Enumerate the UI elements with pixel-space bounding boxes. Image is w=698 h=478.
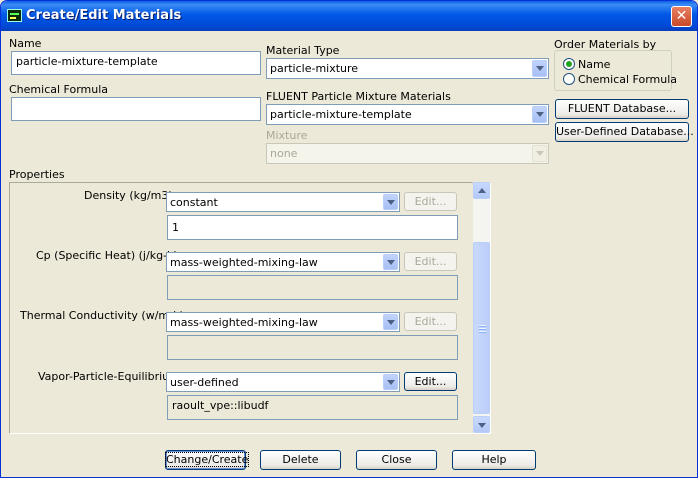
grip-line bbox=[479, 325, 486, 326]
chevron-down-icon bbox=[532, 145, 547, 162]
thermal-conductivity-edit-button: Edit... bbox=[404, 312, 457, 331]
scroll-up-icon[interactable] bbox=[473, 182, 490, 199]
vpe-edit-button[interactable]: Edit... bbox=[404, 372, 457, 391]
properties-scrollbar[interactable] bbox=[473, 182, 490, 433]
density-edit-button: Edit... bbox=[404, 192, 457, 211]
vpe-value-field: raoult_vpe::libudf bbox=[167, 395, 458, 420]
order-formula-label[interactable]: Chemical Formula bbox=[578, 73, 677, 86]
mixture-select: none bbox=[266, 143, 549, 164]
chevron-down-icon[interactable] bbox=[383, 254, 398, 270]
grip-line bbox=[479, 328, 486, 329]
scrollbar-thumb[interactable] bbox=[473, 242, 490, 414]
cp-method-value: mass-weighted-mixing-law bbox=[170, 256, 318, 269]
order-formula-radio[interactable] bbox=[563, 73, 575, 85]
fluent-materials-select[interactable]: particle-mixture-template bbox=[266, 104, 549, 125]
fluent-materials-value: particle-mixture-template bbox=[270, 108, 412, 121]
fluent-materials-label: FLUENT Particle Mixture Materials bbox=[266, 90, 451, 103]
thermal-conductivity-method-value: mass-weighted-mixing-law bbox=[170, 316, 318, 329]
density-value-input[interactable]: 1 bbox=[167, 215, 458, 240]
order-name-radio[interactable] bbox=[563, 58, 575, 70]
materials-dialog: Create/Edit Materials ✕ Name particle-mi… bbox=[0, 0, 698, 478]
thermal-conductivity-label: Thermal Conductivity (w/m-k) bbox=[20, 309, 184, 322]
change-create-label: Change/Create bbox=[164, 452, 250, 467]
fluent-database-button[interactable]: FLUENT Database... bbox=[555, 99, 689, 119]
thermal-conductivity-method-select[interactable]: mass-weighted-mixing-law bbox=[166, 312, 400, 332]
name-label: Name bbox=[9, 37, 42, 50]
fluent-app-icon bbox=[7, 9, 22, 22]
grip-line bbox=[479, 331, 486, 332]
name-input[interactable]: particle-mixture-template bbox=[11, 51, 261, 75]
density-label: Density (kg/m3) bbox=[84, 189, 173, 202]
cp-value-field bbox=[167, 275, 458, 300]
close-button[interactable]: Close bbox=[356, 450, 437, 470]
material-type-value: particle-mixture bbox=[270, 62, 359, 75]
material-type-select[interactable]: particle-mixture bbox=[266, 58, 549, 79]
chevron-down-icon[interactable] bbox=[532, 60, 547, 77]
vpe-method-value: user-defined bbox=[170, 376, 239, 389]
help-button[interactable]: Help bbox=[452, 450, 536, 470]
vpe-method-select[interactable]: user-defined bbox=[166, 372, 400, 392]
cp-label: Cp (Specific Heat) (j/kg-k) bbox=[36, 249, 178, 262]
vpe-label: Vapor-Particle-Equilibrium bbox=[38, 370, 180, 383]
chevron-down-icon[interactable] bbox=[532, 106, 547, 123]
density-method-select[interactable]: constant bbox=[166, 192, 400, 212]
close-window-button[interactable]: ✕ bbox=[671, 6, 692, 27]
cp-method-select[interactable]: mass-weighted-mixing-law bbox=[166, 252, 400, 272]
chevron-down-icon[interactable] bbox=[383, 194, 398, 210]
window-title: Create/Edit Materials bbox=[26, 8, 182, 23]
thermal-conductivity-value-field bbox=[167, 335, 458, 360]
user-defined-database-button[interactable]: User-Defined Database... bbox=[555, 122, 694, 142]
change-create-button[interactable]: Change/Create bbox=[164, 450, 250, 470]
mixture-label: Mixture bbox=[266, 129, 308, 142]
title-bar[interactable]: Create/Edit Materials ✕ bbox=[1, 1, 697, 31]
chemical-formula-label: Chemical Formula bbox=[9, 83, 109, 96]
scroll-down-icon[interactable] bbox=[473, 416, 490, 433]
chevron-down-icon[interactable] bbox=[383, 374, 398, 390]
cp-edit-button: Edit... bbox=[404, 252, 457, 271]
order-name-label[interactable]: Name bbox=[578, 58, 610, 71]
mixture-value: none bbox=[270, 147, 298, 160]
density-method-value: constant bbox=[170, 196, 218, 209]
chevron-down-icon[interactable] bbox=[383, 314, 398, 330]
material-type-label: Material Type bbox=[266, 44, 340, 57]
delete-button[interactable]: Delete bbox=[260, 450, 341, 470]
chemical-formula-input[interactable] bbox=[11, 97, 261, 121]
properties-label: Properties bbox=[9, 168, 65, 181]
